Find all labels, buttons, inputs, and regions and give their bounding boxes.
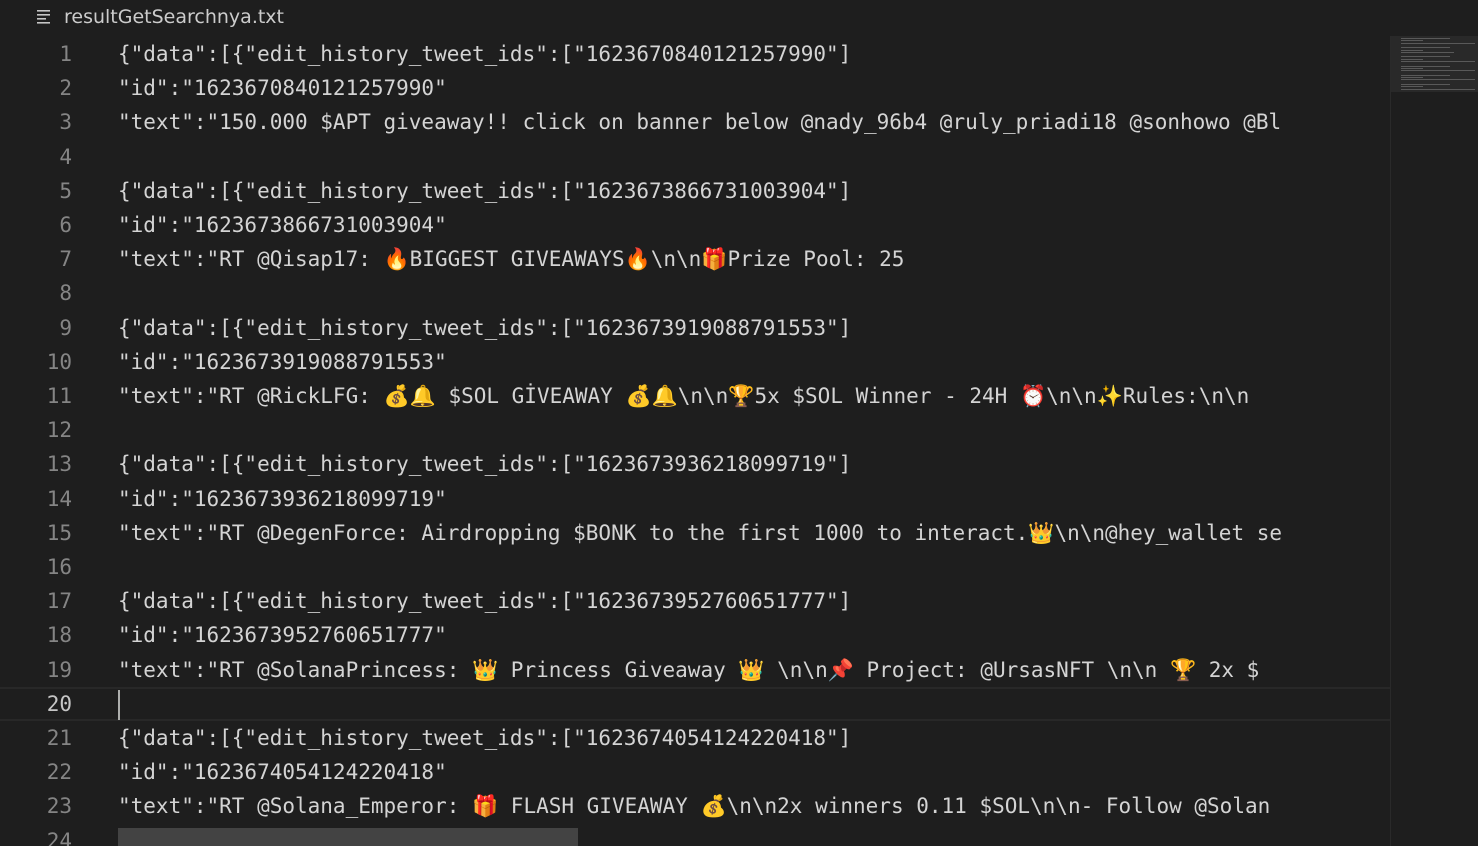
line-number: 20 <box>46 691 72 716</box>
line-number: 15 <box>46 520 72 545</box>
minimap-line <box>1401 79 1475 81</box>
editor-line[interactable]: 23 "text":"RT @Solana_Emperor: 🎁 FLASH GI… <box>0 789 1390 823</box>
minimap-line <box>1401 74 1450 76</box>
line-number: 4 <box>59 144 72 169</box>
text-file-lines-icon <box>36 8 52 24</box>
editor-line[interactable]: 4 <box>0 140 1390 174</box>
line-number: 16 <box>46 555 72 579</box>
horizontal-scrollbar[interactable] <box>118 828 578 846</box>
line-number: 5 <box>59 178 72 203</box>
line-text[interactable]: "id":"1623670840121257990" <box>118 71 1390 105</box>
line-number: 18 <box>46 623 72 648</box>
line-text[interactable]: "text":"RT @SolanaPrincess: 👑 Princess G… <box>118 653 1390 687</box>
editor-line[interactable]: 9 {"data":[{"edit_history_tweet_ids":["16… <box>0 311 1390 345</box>
line-number: 12 <box>46 418 72 443</box>
line-text[interactable]: {"data":[{"edit_history_tweet_ids":["162… <box>118 311 1390 345</box>
line-text[interactable]: {"data":[{"edit_history_tweet_ids":["162… <box>118 37 1390 71</box>
minimap-line <box>1401 42 1475 44</box>
minimap-line <box>1401 77 1423 79</box>
minimap-line <box>1401 58 1423 60</box>
editor-line[interactable]: 2 "id":"1623670840121257990" <box>0 71 1390 105</box>
line-text[interactable]: "id":"1623674054124220418" <box>118 755 1390 789</box>
editor-line[interactable]: 7 "text":"RT @Qisap17: 🔥BIGGEST GIVEAWAYS… <box>0 242 1390 276</box>
editor-line[interactable]: 11 "text":"RT @RickLFG: 💰🔔 $SOL GİVEAWAY … <box>0 379 1390 413</box>
editor-line[interactable]: 17 {"data":[{"edit_history_tweet_ids":["1… <box>0 584 1390 618</box>
text-cursor <box>118 689 120 720</box>
line-number: 6 <box>59 213 72 237</box>
line-number: 13 <box>46 452 72 477</box>
editor-line[interactable]: 10 "id":"1623673919088791553" <box>0 345 1390 379</box>
minimap-line <box>1401 40 1423 42</box>
line-number: 3 <box>59 110 72 135</box>
editor-line[interactable]: 3 "text":"150.000 $APT giveaway!! click o… <box>0 105 1390 139</box>
line-text[interactable]: "id":"1623673866731003904" <box>118 208 1390 242</box>
line-number: 11 <box>46 384 72 408</box>
line-number: 17 <box>46 589 72 614</box>
line-number: 23 <box>46 794 72 819</box>
line-number: 7 <box>59 247 72 272</box>
line-text[interactable]: "id":"1623673919088791553" <box>118 345 1390 379</box>
editor-tab-bar: resultGetSearchnya.txt <box>0 0 1478 36</box>
minimap-line <box>1401 67 1423 69</box>
editor-line[interactable]: 14 "id":"1623673936218099719" <box>0 482 1390 516</box>
line-number: 9 <box>59 315 72 340</box>
line-number: 19 <box>46 657 72 682</box>
minimap-line <box>1401 88 1475 90</box>
editor-line[interactable]: 18 "id":"1623673952760651777" <box>0 618 1390 652</box>
editor-line[interactable]: 15 "text":"RT @DegenForce: Airdropping $B… <box>0 516 1390 550</box>
line-number: 22 <box>46 760 72 785</box>
minimap-line <box>1401 84 1450 85</box>
editor-line[interactable]: 21 {"data":[{"edit_history_tweet_ids":["1… <box>0 721 1390 755</box>
minimap-line <box>1401 47 1450 49</box>
line-text[interactable]: "text":"RT @DegenForce: Airdropping $BON… <box>118 516 1390 550</box>
minimap-line <box>1401 51 1454 53</box>
minimap[interactable] <box>1390 36 1478 846</box>
line-text[interactable]: "id":"1623673952760651777" <box>118 618 1390 652</box>
editor-line[interactable]: 16 <box>0 550 1390 584</box>
line-number: 1 <box>59 42 72 66</box>
code-editor[interactable]: 1 {"data":[{"edit_history_tweet_ids":["16… <box>0 36 1390 846</box>
line-text[interactable]: {"data":[{"edit_history_tweet_ids":["162… <box>118 584 1390 618</box>
line-text[interactable]: "text":"RT @Solana_Emperor: 🎁 FLASH GIVE… <box>118 789 1390 823</box>
minimap-line <box>1401 49 1423 51</box>
minimap-line <box>1401 86 1423 88</box>
editor-line[interactable]: 19 "text":"RT @SolanaPrincess: 👑 Princess… <box>0 653 1390 687</box>
line-text[interactable]: {"data":[{"edit_history_tweet_ids":["162… <box>118 174 1390 208</box>
editor-line[interactable]: 13 {"data":[{"edit_history_tweet_ids":["1… <box>0 447 1390 481</box>
editor-line[interactable]: 5 {"data":[{"edit_history_tweet_ids":["16… <box>0 174 1390 208</box>
minimap-line <box>1401 65 1450 67</box>
line-text[interactable]: {"data":[{"edit_history_tweet_ids":["162… <box>118 721 1390 755</box>
line-text[interactable]: "text":"RT @RickLFG: 💰🔔 $SOL GİVEAWAY 💰🔔… <box>118 379 1390 413</box>
line-text[interactable]: "text":"RT @Qisap17: 🔥BIGGEST GIVEAWAYS🔥… <box>118 242 1390 276</box>
editor-line[interactable]: 20 <box>0 687 1390 721</box>
editor-line[interactable]: 22 "id":"1623674054124220418" <box>0 755 1390 789</box>
line-number: 24 <box>46 828 72 846</box>
minimap-line <box>1401 56 1450 58</box>
line-number: 2 <box>59 76 72 101</box>
editor-line[interactable]: 8 <box>0 276 1390 310</box>
editor-line[interactable]: 6 "id":"1623673866731003904" <box>0 208 1390 242</box>
editor-line[interactable]: 12 <box>0 413 1390 447</box>
editor-line[interactable]: 1 {"data":[{"edit_history_tweet_ids":["16… <box>0 37 1390 71</box>
line-number: 10 <box>46 349 72 374</box>
file-title[interactable]: resultGetSearchnya.txt <box>64 6 284 28</box>
line-number: 14 <box>46 486 72 511</box>
minimap-line <box>1401 70 1475 72</box>
minimap-line <box>1401 38 1450 39</box>
minimap-line <box>1401 61 1475 62</box>
line-number: 21 <box>46 726 72 750</box>
line-text[interactable]: "text":"150.000 $APT giveaway!! click on… <box>118 105 1390 139</box>
line-number: 8 <box>59 281 72 306</box>
line-text[interactable]: "id":"1623673936218099719" <box>118 482 1390 516</box>
line-text[interactable]: {"data":[{"edit_history_tweet_ids":["162… <box>118 447 1390 481</box>
